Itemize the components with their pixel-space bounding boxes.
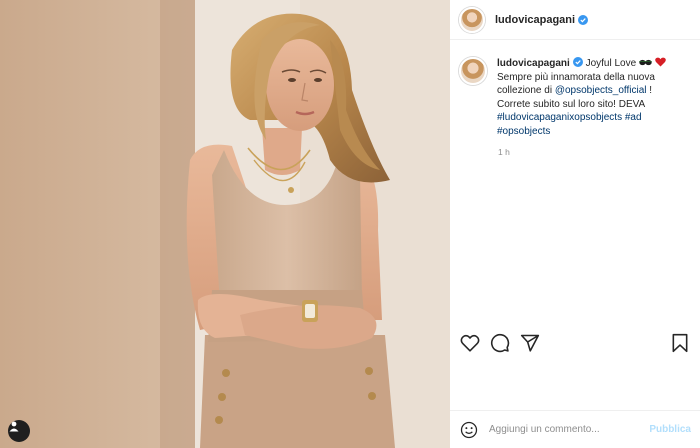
action-bar [450,326,700,360]
heart-icon [460,334,480,352]
avatar[interactable] [459,6,485,33]
user-tag-icon [9,421,19,432]
comment-icon [490,333,510,353]
verified-badge-icon [578,14,589,25]
photo-illustration [0,0,450,448]
caption-username[interactable]: ludovicapagani [497,58,570,69]
caption-text: Joyful Love [585,58,637,69]
post-header: ludovicapagani [450,0,700,40]
hashtag-link[interactable]: #opsobjects [497,126,550,137]
save-button[interactable] [668,331,692,355]
comment-input[interactable] [489,424,650,435]
mention-link[interactable]: @opsobjects_official [555,85,647,96]
comments-area: ludovicapagani Joyful Love Sempre più in… [450,41,700,326]
header-username[interactable]: ludovicapagani [495,14,575,26]
red-heart-emoji-icon [654,57,666,67]
emoji-button[interactable] [459,420,479,440]
sunglasses-emoji-icon [638,59,652,66]
bookmark-icon [672,333,688,353]
post-photo[interactable] [0,0,450,448]
verified-badge-icon [572,57,583,67]
post-details-panel: ludovicapagani ludovicapagani Joyful Lov… [450,0,700,448]
caption: ludovicapagani Joyful Love Sempre più in… [497,57,682,138]
paper-plane-icon [520,334,540,352]
hashtag-link[interactable]: #ad [625,112,642,123]
like-button[interactable] [458,331,482,355]
timestamp[interactable]: 1 h [498,147,691,157]
add-comment-bar: Pubblica [450,410,700,448]
comment-button[interactable] [488,331,512,355]
caption-avatar[interactable] [459,57,487,85]
user-tags-button[interactable] [8,420,30,442]
caption-row: ludovicapagani Joyful Love Sempre più in… [459,57,691,138]
publish-button[interactable]: Pubblica [649,424,691,435]
share-button[interactable] [518,331,542,355]
smiley-icon [460,421,478,438]
hashtag-link[interactable]: #ludovicapaganixopsobjects [497,112,622,123]
